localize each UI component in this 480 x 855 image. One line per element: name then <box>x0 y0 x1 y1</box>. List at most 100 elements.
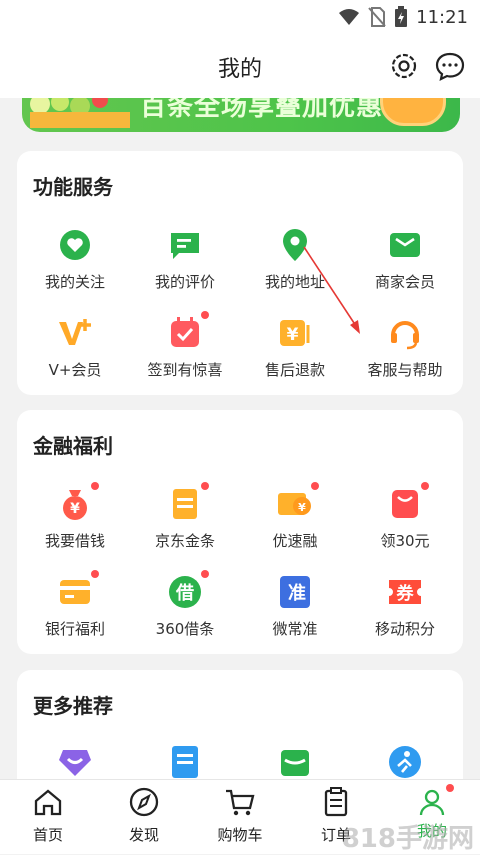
tab-label: 购物车 <box>217 826 263 844</box>
borrow-money-item[interactable]: ¥ 我要借钱 <box>20 482 130 551</box>
page-header: 我的 <box>0 34 480 98</box>
bank-card-icon <box>60 580 90 604</box>
runner-icon <box>389 746 421 778</box>
item-label: 银行福利 <box>44 620 105 638</box>
weichangzhun-icon: 准 <box>280 576 310 608</box>
item-label: 售后退款 <box>264 361 325 379</box>
refund-item[interactable]: ¥ 售后退款 <box>240 313 350 380</box>
no-sim-icon <box>368 7 386 27</box>
vplus-member-item[interactable]: V+会员 <box>20 313 130 380</box>
location-icon <box>283 229 307 261</box>
360-jietiao-item[interactable]: 借 360借条 <box>130 570 240 639</box>
messages-button[interactable] <box>432 48 468 84</box>
user-icon <box>419 789 445 816</box>
borrow-icon: 借 <box>169 576 201 608</box>
coupon-glyph: 券 <box>396 583 415 604</box>
gold-bar-icon <box>173 489 197 519</box>
weichangzhun-glyph: 准 <box>288 582 306 604</box>
wifi-icon <box>339 9 360 25</box>
order-icon <box>324 787 348 817</box>
notification-dot <box>201 570 209 578</box>
my-address-item[interactable]: 我的地址 <box>240 225 350 292</box>
item-label: 我的评价 <box>154 273 215 291</box>
red-bag-icon <box>392 490 418 518</box>
item-label: 领30元 <box>380 532 430 550</box>
cart-icon <box>226 789 255 816</box>
item-label: 微常准 <box>272 620 318 638</box>
recommend-item-4[interactable] <box>350 742 460 782</box>
recommend-item-3[interactable] <box>240 742 350 782</box>
section-title: 功能服务 <box>33 175 113 199</box>
item-label: 签到有惊喜 <box>147 361 223 379</box>
money-bag-icon: ¥ <box>63 490 87 520</box>
notification-dot <box>201 482 209 490</box>
chat-bubble-icon <box>435 52 465 81</box>
item-label: V+会员 <box>48 361 102 379</box>
heart-icon <box>60 230 90 260</box>
svg-text:¥: ¥ <box>70 501 80 517</box>
my-follows-item[interactable]: 我的关注 <box>20 225 130 292</box>
status-time: 11:21 <box>416 6 468 28</box>
notification-dot <box>91 482 99 490</box>
fruit-basket-icon <box>30 98 130 128</box>
svg-text:¥: ¥ <box>298 501 306 514</box>
svg-text:¥: ¥ <box>287 325 299 345</box>
item-label: 客服与帮助 <box>367 361 443 379</box>
yousurong-item[interactable]: ¥ 优速融 <box>240 482 350 551</box>
item-label: 移动积分 <box>374 620 435 638</box>
mobile-points-item[interactable]: 券 移动积分 <box>350 572 460 639</box>
item-label: 360借条 <box>155 620 215 638</box>
get-30-yuan-item[interactable]: 领30元 <box>350 482 460 551</box>
home-icon <box>34 789 62 816</box>
customer-service-item[interactable]: 客服与帮助 <box>350 313 460 380</box>
notification-dot <box>311 482 319 490</box>
notification-dot <box>446 784 454 792</box>
wallet-icon <box>390 233 420 257</box>
banner-cta-button[interactable] <box>380 98 446 126</box>
comment-icon <box>171 233 199 259</box>
store-icon <box>281 750 309 776</box>
services-card: 功能服务 我的关注 我的评价 我的地址 商家会员 V+会员 签到有惊喜 ¥ 售后… <box>17 151 463 395</box>
recommend-item-1[interactable] <box>20 742 130 782</box>
register-icon <box>172 746 198 778</box>
vplus-icon <box>59 319 91 345</box>
item-label: 我的地址 <box>264 273 325 291</box>
status-bar: 11:21 <box>0 0 480 34</box>
notification-dot <box>421 482 429 490</box>
tab-label: 发现 <box>128 826 159 844</box>
borrow-glyph: 借 <box>175 582 194 604</box>
watermark: 818手游网 <box>341 824 474 854</box>
recommend-item-2[interactable] <box>130 742 240 782</box>
card-coin-icon: ¥ <box>278 493 311 515</box>
promo-banner[interactable]: 百条全场享叠加优惠 <box>22 98 460 132</box>
banner-text: 百条全场享叠加优惠 <box>140 98 384 122</box>
refund-icon: ¥ <box>280 320 310 346</box>
item-label: 我的关注 <box>44 273 105 291</box>
bank-benefits-item[interactable]: 银行福利 <box>20 570 130 639</box>
tab-discover[interactable]: 发现 <box>96 786 192 845</box>
tab-home[interactable]: 首页 <box>0 786 96 845</box>
my-reviews-item[interactable]: 我的评价 <box>130 225 240 292</box>
settings-button[interactable] <box>386 48 422 84</box>
gear-icon <box>391 53 417 79</box>
item-label: 优速融 <box>272 532 318 550</box>
crown-icon <box>59 750 91 776</box>
calendar-icon <box>171 317 199 347</box>
tab-label: 首页 <box>32 826 63 844</box>
headset-icon <box>391 321 419 350</box>
notification-dot <box>91 570 99 578</box>
battery-charging-icon <box>395 6 408 27</box>
finance-card: 金融福利 ¥ 我要借钱 京东金条 ¥ 优速融 领30元 银行福利 借 360借条… <box>17 410 463 654</box>
notification-dot <box>201 311 209 319</box>
section-title: 金融福利 <box>33 434 113 458</box>
merchant-member-item[interactable]: 商家会员 <box>350 225 460 292</box>
section-title: 更多推荐 <box>33 694 113 718</box>
item-label: 我要借钱 <box>44 532 105 550</box>
jd-jintiao-item[interactable]: 京东金条 <box>130 482 240 551</box>
weichangzhun-item[interactable]: 准 微常准 <box>240 572 350 639</box>
tab-cart[interactable]: 购物车 <box>192 786 288 845</box>
compass-icon <box>129 787 159 817</box>
coupon-icon: 券 <box>389 580 421 604</box>
checkin-item[interactable]: 签到有惊喜 <box>130 311 240 380</box>
item-label: 商家会员 <box>374 273 435 291</box>
